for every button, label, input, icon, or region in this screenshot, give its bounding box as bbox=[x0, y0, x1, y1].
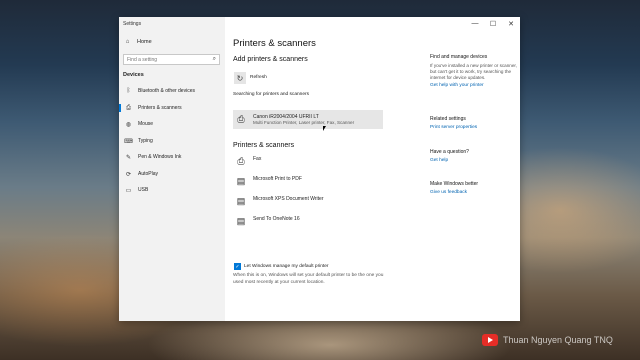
printer-name: Microsoft XPS Document Writer bbox=[253, 196, 324, 202]
devices-section-heading: Devices bbox=[123, 72, 144, 78]
channel-name: Thuan Nguyen Quang TNQ bbox=[503, 335, 613, 345]
bluetooth-icon: ᛒ bbox=[126, 88, 131, 94]
printer-item-onenote[interactable]: ▤ Send To OneNote 16 bbox=[233, 212, 383, 230]
home-icon: ⌂ bbox=[125, 39, 130, 45]
sidebar-item-mouse[interactable]: ◍ Mouse bbox=[119, 117, 225, 131]
find-devices-heading: Find and manage devices bbox=[430, 54, 488, 60]
settings-window: Settings ⌂ Home Find a setting ⌕ Devices… bbox=[119, 17, 520, 321]
page-title: Printers & scanners bbox=[233, 38, 316, 49]
sidebar-item-usb[interactable]: ▭ USB bbox=[119, 183, 225, 197]
default-printer-label[interactable]: Let Windows manage my default printer bbox=[244, 264, 329, 269]
question-section: Have a question? Get help bbox=[430, 149, 518, 163]
printer-icon: ⎙ bbox=[237, 156, 245, 166]
printer-item-fax[interactable]: ⎙ Fax bbox=[233, 152, 383, 170]
search-placeholder: Find a setting bbox=[127, 57, 158, 63]
minimize-button[interactable]: — bbox=[467, 18, 483, 29]
printer-icon: ⎙ bbox=[126, 104, 131, 111]
get-help-link[interactable]: Get help bbox=[430, 158, 518, 163]
printer-help-link[interactable]: Get help with your printer bbox=[430, 83, 518, 88]
refresh-icon: ↻ bbox=[236, 73, 244, 83]
printer-name: Fax bbox=[253, 156, 262, 162]
sidebar-item-label: USB bbox=[138, 187, 149, 193]
mouse-cursor bbox=[323, 126, 326, 131]
printer-item-xps[interactable]: ▤ Microsoft XPS Document Writer bbox=[233, 192, 383, 210]
home-label: Home bbox=[137, 39, 152, 45]
sidebar-item-label: AutoPlay bbox=[138, 171, 159, 177]
feedback-link[interactable]: Give us feedback bbox=[430, 190, 518, 195]
keyboard-icon: ⌨ bbox=[124, 138, 133, 145]
default-printer-description: When this is on, Windows will set your d… bbox=[233, 273, 384, 285]
make-windows-better-heading: Make Windows better bbox=[430, 181, 479, 187]
printers-list-heading: Printers & scanners bbox=[233, 142, 295, 149]
usb-icon: ▭ bbox=[125, 187, 132, 194]
related-find-section: Find and manage devices If you've instal… bbox=[430, 54, 518, 88]
sidebar-item-label: Bluetooth & other devices bbox=[138, 88, 195, 94]
sidebar-item-typing[interactable]: ⌨ Typing bbox=[119, 134, 225, 148]
maximize-button[interactable]: ☐ bbox=[485, 18, 501, 29]
sidebar-item-pen[interactable]: ✎ Pen & Windows Ink bbox=[119, 150, 225, 164]
sidebar-item-label: Printers & scanners bbox=[138, 105, 182, 111]
close-button[interactable]: ✕ bbox=[503, 18, 519, 29]
question-heading: Have a question? bbox=[430, 149, 469, 155]
printer-name: Microsoft Print to PDF bbox=[253, 176, 302, 182]
sidebar-item-label: Mouse bbox=[138, 121, 154, 127]
printer-name: Send To OneNote 16 bbox=[253, 216, 300, 222]
find-devices-text: If you've installed a new printer or sca… bbox=[430, 63, 517, 80]
sidebar-item-printers[interactable]: ⎙ Printers & scanners bbox=[119, 101, 225, 115]
searching-status: Searching for printers and scanners bbox=[233, 92, 309, 97]
found-printer-description: Multi Function Printer, Laser printer, F… bbox=[253, 120, 355, 125]
default-printer-checkbox[interactable]: ✓ bbox=[234, 263, 241, 270]
printer-item-pdf[interactable]: ▤ Microsoft Print to PDF bbox=[233, 172, 383, 190]
home-nav-item[interactable]: ⌂ Home bbox=[123, 39, 152, 45]
document-printer-icon: ▤ bbox=[236, 216, 246, 226]
add-printers-heading: Add printers & scanners bbox=[233, 56, 308, 63]
feedback-section: Make Windows better Give us feedback bbox=[430, 181, 518, 195]
printer-icon: ⎙ bbox=[237, 114, 245, 124]
sidebar-item-label: Pen & Windows Ink bbox=[138, 154, 182, 160]
print-server-link[interactable]: Print server properties bbox=[430, 125, 518, 130]
autoplay-icon: ⟳ bbox=[125, 171, 132, 178]
related-settings-section: Related settings Print server properties bbox=[430, 116, 518, 130]
main-content: — ☐ ✕ Printers & scanners Add printers &… bbox=[225, 17, 520, 321]
sidebar-item-label: Typing bbox=[138, 138, 153, 144]
sidebar: Settings ⌂ Home Find a setting ⌕ Devices… bbox=[119, 17, 225, 321]
window-title: Settings bbox=[123, 21, 142, 27]
related-settings-heading: Related settings bbox=[430, 116, 466, 122]
sidebar-item-autoplay[interactable]: ⟳ AutoPlay bbox=[119, 167, 225, 181]
search-input[interactable]: Find a setting ⌕ bbox=[123, 54, 220, 65]
pen-icon: ✎ bbox=[125, 154, 132, 161]
found-printer-item[interactable]: ⎙ Canon iR2004/2004 UFRII LT Multi Funct… bbox=[233, 110, 383, 129]
mouse-icon: ◍ bbox=[125, 121, 132, 128]
document-printer-icon: ▤ bbox=[236, 196, 246, 206]
youtube-icon bbox=[482, 334, 498, 346]
refresh-button[interactable]: ↻ bbox=[234, 72, 246, 84]
search-icon[interactable]: ⌕ bbox=[213, 56, 216, 63]
channel-watermark: Thuan Nguyen Quang TNQ bbox=[482, 334, 613, 346]
refresh-label[interactable]: Refresh bbox=[250, 75, 267, 80]
document-printer-icon: ▤ bbox=[236, 176, 246, 186]
sidebar-item-bluetooth[interactable]: ᛒ Bluetooth & other devices bbox=[119, 84, 225, 98]
